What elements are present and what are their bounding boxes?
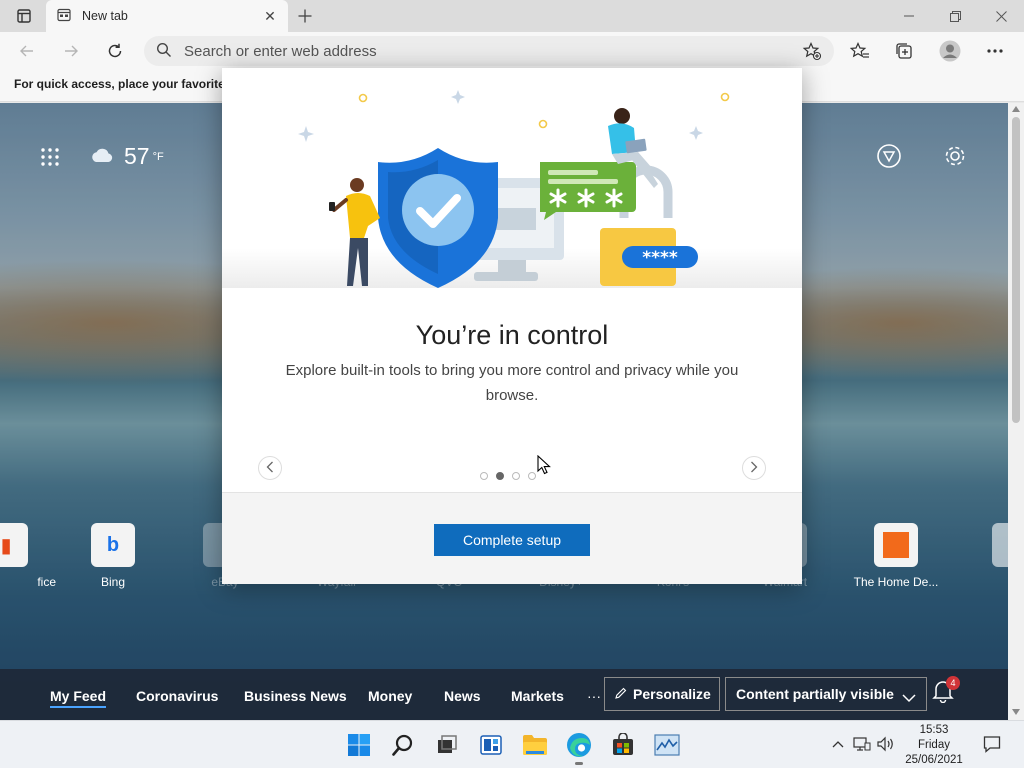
notifications-button[interactable]: 4 xyxy=(932,676,960,707)
task-view-icon[interactable] xyxy=(433,731,461,759)
password-dots-text: **** xyxy=(642,248,678,268)
new-tab-page-icon xyxy=(56,7,72,26)
content-visibility-value: Content partially visible xyxy=(736,686,894,702)
new-tab-button[interactable] xyxy=(292,4,318,28)
clock-time: 15:53 xyxy=(919,724,949,736)
dialog-description: Explore built-in tools to bring you more… xyxy=(285,362,739,404)
weather-unit: °F xyxy=(152,150,164,163)
favorites-bar-hint: For quick access, place your favorites h xyxy=(14,77,243,91)
back-button[interactable] xyxy=(12,37,42,65)
address-input[interactable] xyxy=(184,42,774,60)
quick-link-label: The Home De... xyxy=(853,575,939,589)
search-icon xyxy=(156,42,172,61)
tab-title: New tab xyxy=(82,9,128,23)
complete-setup-button[interactable]: Complete setup xyxy=(434,524,590,556)
edge-browser-icon[interactable] xyxy=(565,731,593,765)
carousel-previous-button[interactable] xyxy=(258,456,282,480)
news-tab-news[interactable]: News xyxy=(444,688,481,704)
apps-launcher-icon[interactable] xyxy=(40,147,60,167)
quick-link-label: fice xyxy=(37,575,56,589)
chevron-left-icon xyxy=(266,461,274,476)
tab-close-icon[interactable]: ✕ xyxy=(262,8,278,25)
plus-icon: + xyxy=(992,523,1008,567)
bell-icon xyxy=(932,681,954,706)
chevron-down-icon xyxy=(902,690,916,706)
taskbar: 15:53 Friday 25/06/2021 xyxy=(0,720,1024,768)
performance-monitor-icon[interactable] xyxy=(653,731,681,759)
windows-start-icon[interactable] xyxy=(345,731,373,759)
weather-widget[interactable]: 57 °F xyxy=(90,143,164,170)
close-window-button[interactable] xyxy=(978,0,1024,32)
news-tab-business-news[interactable]: Business News xyxy=(244,688,347,704)
collections-icon[interactable] xyxy=(889,37,919,65)
active-app-indicator xyxy=(575,762,583,765)
volume-icon[interactable] xyxy=(877,735,895,753)
news-tab-markets[interactable]: Markets xyxy=(511,688,564,704)
notification-center-icon[interactable] xyxy=(982,734,1002,754)
page-settings-gear-icon[interactable] xyxy=(942,143,968,172)
cloud-icon xyxy=(90,147,114,166)
carousel-next-button[interactable] xyxy=(742,456,766,480)
setup-dialog: **** You’re in control Explore built-in … xyxy=(222,68,802,584)
microsoft-store-icon[interactable] xyxy=(609,731,637,759)
carousel-indicators xyxy=(480,472,536,480)
restore-button[interactable] xyxy=(932,0,978,32)
personalize-label: Personalize xyxy=(633,686,711,702)
quick-link-label: Bing xyxy=(100,575,126,589)
carousel-dot[interactable] xyxy=(528,472,536,480)
minimize-button[interactable] xyxy=(886,0,932,32)
refresh-button[interactable] xyxy=(100,37,130,65)
widgets-icon[interactable] xyxy=(477,731,505,759)
notification-badge: 4 xyxy=(946,676,960,690)
quick-link[interactable]: The Home De... xyxy=(846,523,946,589)
pencil-icon xyxy=(615,686,627,702)
settings-more-icon[interactable] xyxy=(980,37,1010,65)
more-news-tabs-button[interactable]: ··· xyxy=(587,688,601,704)
profile-avatar[interactable] xyxy=(935,37,965,65)
content-visibility-dropdown[interactable]: Content partially visible xyxy=(725,677,927,711)
add-quick-link-button[interactable]: + xyxy=(964,523,1008,575)
clock-day: Friday xyxy=(918,739,950,751)
tab-strip: New tab ✕ xyxy=(0,0,1024,32)
news-tab-coronavirus[interactable]: Coronavirus xyxy=(136,688,218,704)
show-hidden-icons-chevron-icon[interactable] xyxy=(829,735,847,753)
weather-temperature: 57 xyxy=(124,143,150,169)
chevron-right-icon xyxy=(750,461,758,476)
carousel-dot[interactable] xyxy=(480,472,488,480)
search-taskbar-icon[interactable] xyxy=(389,731,417,759)
office-icon: ▮ xyxy=(0,523,28,567)
address-bar[interactable] xyxy=(144,36,834,66)
favorites-icon[interactable] xyxy=(845,37,875,65)
system-clock[interactable]: 15:53 Friday 25/06/2021 xyxy=(900,723,968,768)
news-tab-my-feed[interactable]: My Feed xyxy=(50,688,107,708)
tab-new-tab[interactable]: New tab ✕ xyxy=(46,0,288,32)
scrollbar-thumb[interactable] xyxy=(1012,117,1020,423)
add-favorite-icon[interactable] xyxy=(797,37,827,65)
bing-icon: b xyxy=(91,523,135,567)
quick-link[interactable]: ▮ fice xyxy=(0,523,56,589)
browser-toolbar xyxy=(0,32,1024,70)
network-icon[interactable] xyxy=(853,735,871,753)
dialog-footer: Complete setup xyxy=(222,492,802,584)
carousel-dot-active[interactable] xyxy=(496,472,504,480)
news-tab-money[interactable]: Money xyxy=(368,688,412,704)
page-scrollbar[interactable] xyxy=(1008,103,1024,720)
news-feed-bar: My Feed Coronavirus Business News Money … xyxy=(0,669,1008,720)
tab-actions-icon[interactable] xyxy=(8,6,40,26)
quick-link[interactable]: b Bing xyxy=(63,523,163,589)
home-depot-icon xyxy=(874,523,918,567)
privacy-illustration: **** xyxy=(222,68,802,288)
forward-button[interactable] xyxy=(56,37,86,65)
clock-date: 25/06/2021 xyxy=(905,754,963,766)
mouse-cursor-icon xyxy=(537,454,551,478)
personalize-button[interactable]: Personalize xyxy=(604,677,720,711)
file-explorer-icon[interactable] xyxy=(521,731,549,759)
rewards-icon[interactable] xyxy=(876,143,902,172)
dialog-heading: You’re in control xyxy=(415,320,609,350)
carousel-dot[interactable] xyxy=(512,472,520,480)
